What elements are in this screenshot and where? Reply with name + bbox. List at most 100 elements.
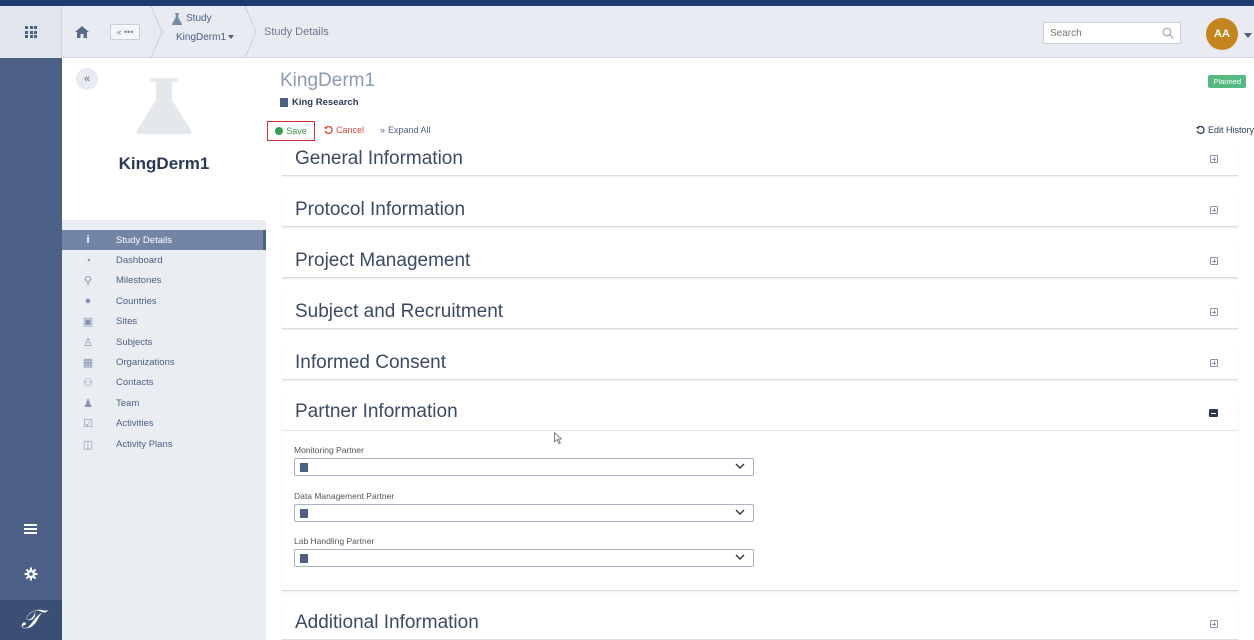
study-header: « KingDerm1 (62, 58, 266, 220)
search-input[interactable] (1050, 24, 1150, 43)
nav-item-team[interactable]: ♟ Team (62, 393, 266, 413)
nav-item-label: Sites (116, 316, 138, 328)
section-title: General Information (295, 148, 463, 169)
nav-item-milestones[interactable]: ⚲ Milestones (62, 271, 266, 291)
nav-item-study-details[interactable]: i Study Details (62, 230, 266, 251)
app-logo: 𝒯 (0, 600, 62, 640)
monitoring-partner-label: Monitoring Partner (294, 445, 364, 455)
calendar-check-icon: ☑ (83, 418, 93, 431)
expand-all-button[interactable]: » Expand All (380, 125, 431, 135)
expand-icon[interactable] (1210, 308, 1218, 316)
study-nav: i Study Details ◔ Dashboard ⚲ Milestones… (62, 230, 266, 454)
monitoring-partner-select[interactable] (294, 458, 754, 476)
app-menu-area (0, 6, 62, 58)
nav-item-sites[interactable]: ▣ Sites (62, 312, 266, 332)
map-pin-icon: ⚲ (83, 275, 93, 288)
nav-item-organizations[interactable]: ▦ Organizations (62, 352, 266, 372)
study-name: KingDerm1 (118, 154, 210, 173)
edit-history-label: Edit History (1207, 125, 1254, 135)
nav-item-label: Contacts (116, 377, 154, 389)
nav-item-activities[interactable]: ☑ Activities (62, 414, 266, 434)
gear-icon[interactable] (24, 567, 38, 581)
chevron-down-icon (735, 463, 745, 469)
breadcrumb-back-button[interactable]: « ••• (110, 24, 140, 40)
section-partner-information: Partner Information Monitoring Partner D… (282, 396, 1238, 591)
chevron-down-icon (735, 509, 745, 515)
caret-down-icon[interactable] (228, 35, 234, 39)
cancel-button[interactable]: Cancel (324, 125, 364, 135)
expand-all-label: Expand All (388, 125, 431, 135)
nav-item-label: Study Details (116, 234, 172, 246)
building-icon (300, 463, 308, 472)
building-icon: ▦ (82, 357, 94, 370)
breadcrumb-separator (244, 6, 257, 58)
section-title: Protocol Information (295, 199, 466, 220)
mouse-cursor-icon (554, 432, 562, 444)
edit-history-button[interactable]: Edit History (1195, 125, 1254, 135)
breadcrumb-study-selector[interactable]: KingDerm1 (176, 32, 226, 43)
nav-item-countries[interactable]: ● Countries (62, 291, 266, 311)
building-icon (300, 554, 308, 563)
section-title: Subject and Recruitment (295, 301, 504, 322)
study-panel: « KingDerm1 i Study Details ◔ Dashboard … (62, 58, 266, 640)
section-protocol-information[interactable]: Protocol Information (282, 193, 1238, 227)
check-circle-icon (275, 127, 284, 135)
nav-item-dashboard[interactable]: ◔ Dashboard (62, 250, 266, 270)
nav-item-contacts[interactable]: ⚇ Contacts (62, 373, 266, 393)
nav-item-label: Activity Plans (116, 438, 173, 450)
data-management-partner-label: Data Management Partner (294, 491, 395, 501)
expand-icon[interactable] (1210, 257, 1218, 265)
section-project-management[interactable]: Project Management (282, 243, 1238, 278)
expand-icon[interactable] (1210, 155, 1218, 163)
expand-icon[interactable] (1210, 359, 1218, 367)
breadcrumb-separator (150, 6, 163, 58)
undo-icon (324, 125, 333, 134)
collapse-panel-button[interactable]: « (76, 68, 98, 90)
top-bar: « ••• Study KingDerm1 Study Details AA (0, 0, 1254, 58)
app-grid-icon[interactable] (25, 26, 37, 38)
dashboard-icon: ◔ (84, 254, 92, 267)
data-management-partner-select[interactable] (294, 504, 754, 522)
left-rail: 𝒯 (0, 58, 62, 640)
double-chevron-down-icon: » (380, 125, 386, 135)
building-icon (280, 98, 288, 107)
nav-item-label: Activities (116, 418, 154, 430)
person-icon: ♙ (83, 336, 93, 349)
search-icon[interactable] (1162, 27, 1174, 39)
list-icon[interactable] (24, 524, 37, 534)
breadcrumb-current: Study Details (264, 26, 329, 38)
user-menu-caret-icon[interactable] (1244, 33, 1252, 38)
page-title: KingDerm1 (280, 70, 376, 91)
collapse-icon[interactable] (1209, 409, 1218, 417)
section-general-information[interactable]: General Information (282, 145, 1238, 176)
flask-icon (137, 78, 191, 134)
globe-icon: ● (84, 295, 92, 308)
history-icon (1195, 125, 1205, 134)
nav-item-label: Dashboard (116, 255, 163, 267)
section-informed-consent[interactable]: Informed Consent (282, 345, 1238, 380)
nav-item-label: Countries (116, 295, 157, 307)
expand-icon[interactable] (1210, 206, 1218, 214)
search-box (1043, 22, 1181, 44)
section-title: Informed Consent (295, 352, 447, 373)
section-subject-and-recruitment[interactable]: Subject and Recruitment (282, 294, 1238, 329)
user-avatar[interactable]: AA (1206, 18, 1238, 50)
lab-handling-partner-label: Lab Handling Partner (294, 536, 375, 546)
section-title: Additional Information (295, 612, 479, 633)
section-title[interactable]: Partner Information (295, 401, 458, 423)
save-button[interactable]: Save (267, 121, 315, 141)
home-icon[interactable] (75, 26, 89, 38)
section-additional-information[interactable]: Additional Information (282, 604, 1238, 640)
nav-item-label: Organizations (116, 357, 175, 369)
section-title: Project Management (295, 250, 471, 271)
lab-handling-partner-select[interactable] (294, 549, 754, 567)
nav-item-activity-plans[interactable]: ◫ Activity Plans (62, 434, 266, 454)
save-label: Save (286, 126, 307, 136)
board-icon: ◫ (82, 438, 94, 451)
breadcrumb-study-label: Study (186, 13, 212, 24)
flask-icon (172, 13, 182, 25)
nav-item-subjects[interactable]: ♙ Subjects (62, 332, 266, 352)
team-icon: ♟ (83, 397, 93, 410)
nav-item-label: Milestones (116, 275, 162, 287)
expand-icon[interactable] (1210, 620, 1218, 628)
